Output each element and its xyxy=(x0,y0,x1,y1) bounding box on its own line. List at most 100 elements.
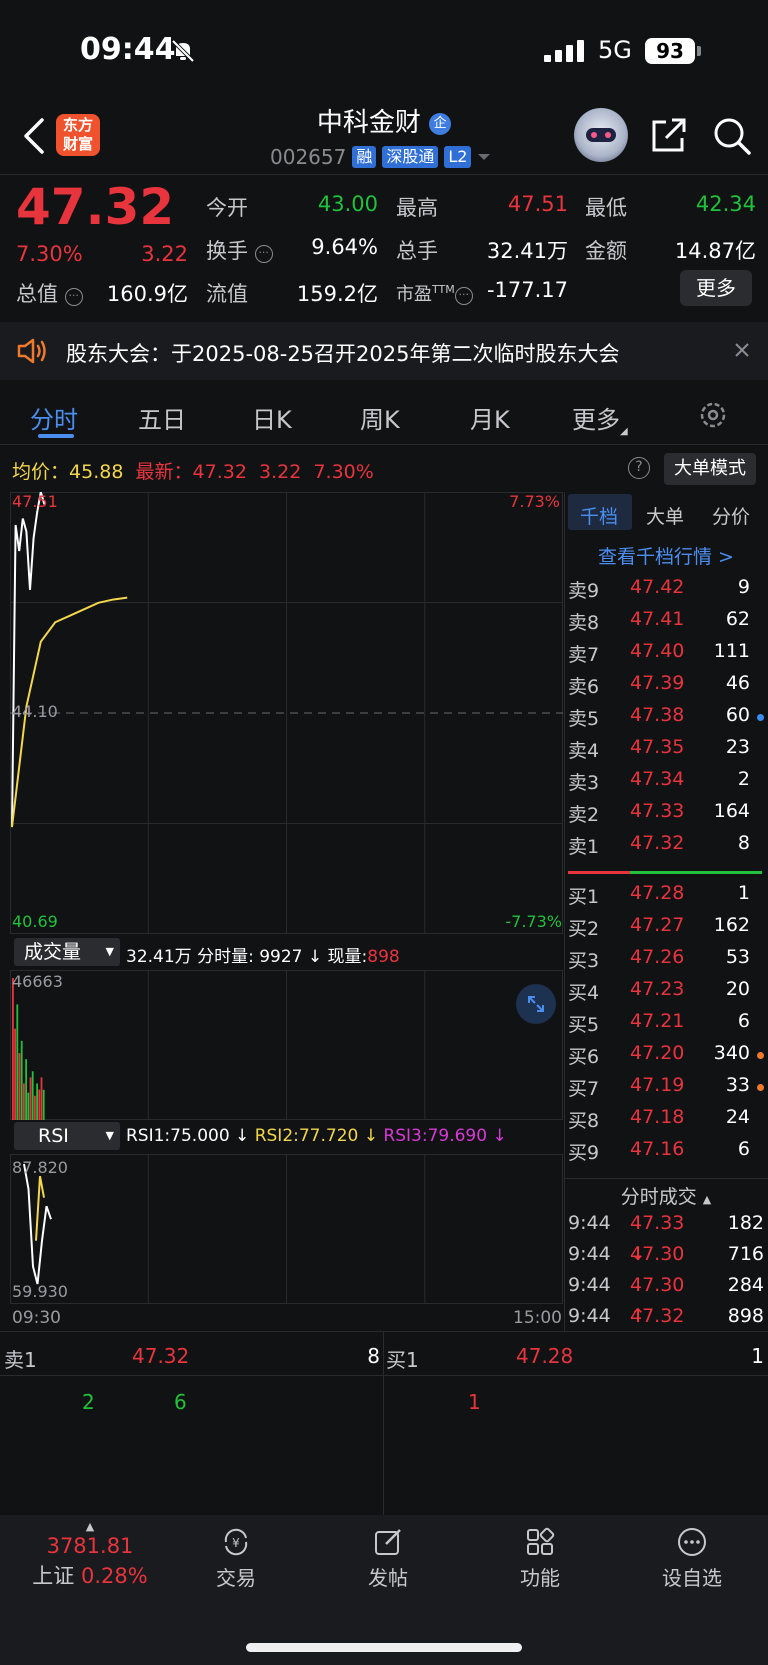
dropdown-icon[interactable] xyxy=(477,152,491,162)
nav-functions[interactable]: 功能 xyxy=(480,1526,600,1591)
tab-monthly-k[interactable]: 月K xyxy=(470,400,510,435)
stock-name-text: 中科金财 xyxy=(316,108,421,138)
notice-text[interactable]: 股东大会：于2025-08-25召开2025年第二次临时股东大会 xyxy=(66,338,619,368)
divider xyxy=(0,174,768,175)
turnover-label: 换手 ··· xyxy=(206,235,273,265)
trade-time: 9:44 xyxy=(568,1243,611,1265)
view-depth-link[interactable]: 查看千档行情 > xyxy=(566,542,766,569)
ask-row[interactable]: 卖2 47.33 164 xyxy=(568,800,764,832)
dropdown-icon: ▼ xyxy=(105,1129,114,1142)
bid-row[interactable]: 买3 47.26 53 xyxy=(568,946,764,978)
ob-tab-price[interactable]: 分价 xyxy=(712,502,750,529)
stock-code-row[interactable]: 002657 融 深股通 L2 xyxy=(270,145,491,169)
tab-five-day[interactable]: 五日 xyxy=(138,400,186,435)
index-ticker[interactable]: ▲ 3781.81 上证 0.28% xyxy=(20,1520,160,1590)
ask-price: 47.40 xyxy=(630,640,685,662)
bid-volume: 6 xyxy=(737,1138,750,1160)
bid-row[interactable]: 买9 47.16 6 xyxy=(568,1138,764,1170)
ask-level-label: 卖7 xyxy=(568,644,600,666)
pe-label: 市盈TTM ··· xyxy=(396,280,473,306)
bid-row[interactable]: 买4 47.23 20 xyxy=(568,978,764,1010)
ask-row[interactable]: 卖7 47.40 111 xyxy=(568,640,764,672)
volume-bar xyxy=(23,1083,25,1120)
nav-post[interactable]: 发帖 xyxy=(328,1526,448,1591)
ask-level-label: 卖8 xyxy=(568,612,600,634)
bid-row[interactable]: 买6 47.20 340 xyxy=(568,1042,764,1074)
bid-row[interactable]: 买5 47.21 6 xyxy=(568,1010,764,1042)
ask-row[interactable]: 卖6 47.39 46 xyxy=(568,672,764,704)
trade-time: 9:44 xyxy=(568,1305,611,1327)
rsi-y-min: 59.930 xyxy=(12,1282,68,1301)
enterprise-badge: 企 xyxy=(429,112,452,135)
change-pct: 7.30% xyxy=(16,242,83,266)
signal-icon xyxy=(544,40,584,62)
volume-selector[interactable]: 成交量 ▼ xyxy=(14,938,120,966)
amount-label: 金额 xyxy=(585,239,627,263)
info-icon[interactable]: ··· xyxy=(254,245,273,263)
low-label: 最低 xyxy=(585,196,627,220)
bid-level-label: 买1 xyxy=(568,886,600,908)
help-icon[interactable]: ? xyxy=(628,457,650,479)
ask-row[interactable]: 卖4 47.35 23 xyxy=(568,736,764,768)
caret-up-icon: ▲ xyxy=(85,1520,95,1533)
rsi-selector[interactable]: RSI ▼ xyxy=(14,1122,120,1150)
avg-value: 45.88 xyxy=(69,461,124,483)
bid-price: 47.27 xyxy=(630,914,685,936)
rsi-info: RSI1:75.000 ↓ RSI2:77.720 ↓ RSI3:79.690 … xyxy=(126,1126,507,1146)
assistant-avatar[interactable] xyxy=(574,108,628,162)
nav-add-watchlist[interactable]: 设自选 xyxy=(632,1526,752,1591)
share-icon[interactable] xyxy=(650,116,688,154)
divider xyxy=(564,1178,768,1179)
index-pct: 0.28% xyxy=(80,1564,148,1588)
info-icon[interactable]: ··· xyxy=(64,288,83,306)
chart-y-top-pct: 7.73% xyxy=(509,492,560,511)
mktcap-value: 160.9亿 xyxy=(106,282,188,306)
bid-row[interactable]: 买2 47.27 162 xyxy=(568,914,764,946)
expand-icon[interactable] xyxy=(516,984,556,1024)
ask-row[interactable]: 卖5 47.38 60 xyxy=(568,704,764,736)
queue-sell-order: 2 xyxy=(82,1390,95,1414)
settings-icon[interactable] xyxy=(698,400,728,430)
home-indicator xyxy=(246,1643,522,1652)
nav-trade[interactable]: ¥ 交易 xyxy=(176,1526,296,1591)
close-icon[interactable] xyxy=(734,342,750,358)
mktcap-label: 总值 ··· xyxy=(16,278,83,308)
edit-icon xyxy=(375,1529,401,1555)
ob-tab-big[interactable]: 大单 xyxy=(646,502,684,529)
latest-value: 47.32 xyxy=(192,461,247,483)
ob-ratio-red xyxy=(568,871,630,874)
bid-level-label: 买7 xyxy=(568,1078,600,1100)
bid-row[interactable]: 买1 47.28 1 xyxy=(568,882,764,914)
volume-minute: 9927 ↓ xyxy=(259,947,323,967)
volume-chart[interactable] xyxy=(10,970,563,1120)
trades-title[interactable]: 分时成交 ▲ xyxy=(566,1182,766,1209)
bid-volume: 340 xyxy=(713,1042,750,1064)
price-chart[interactable] xyxy=(10,492,563,934)
tab-weekly-k[interactable]: 周K xyxy=(360,400,400,435)
trade-volume: 898 xyxy=(727,1305,764,1327)
ask-row[interactable]: 卖1 47.32 8 xyxy=(568,832,764,864)
ask-row[interactable]: 卖3 47.34 2 xyxy=(568,768,764,800)
search-icon[interactable] xyxy=(712,116,752,156)
order-flag-dot xyxy=(757,714,764,721)
volume-bar xyxy=(14,1028,16,1120)
bid-row[interactable]: 买7 47.19 33 xyxy=(568,1074,764,1106)
ask-price: 47.35 xyxy=(630,736,685,758)
bid-row[interactable]: 买8 47.18 24 xyxy=(568,1106,764,1138)
bid-level-label: 买8 xyxy=(568,1110,600,1132)
bid-level-label: 买3 xyxy=(568,950,600,972)
grid-icon xyxy=(527,1527,555,1555)
big-order-mode-button[interactable]: 大单模式 xyxy=(664,453,756,485)
bid-volume: 6 xyxy=(737,1010,750,1032)
ask-volume: 23 xyxy=(725,736,750,758)
more-button[interactable]: 更多 xyxy=(680,270,752,306)
tab-more[interactable]: 更多◢ xyxy=(572,400,628,437)
ob-tab-depth[interactable]: 千档 xyxy=(580,502,618,529)
trade-icon: ¥ xyxy=(224,1528,248,1556)
ask-row[interactable]: 卖9 47.42 9 xyxy=(568,576,764,608)
ask-row[interactable]: 卖8 47.41 62 xyxy=(568,608,764,640)
volume-y-max: 46663 xyxy=(12,972,63,991)
tab-intraday[interactable]: 分时 xyxy=(30,400,78,435)
rsi-chart[interactable] xyxy=(10,1154,563,1304)
tab-daily-k[interactable]: 日K xyxy=(252,400,292,435)
